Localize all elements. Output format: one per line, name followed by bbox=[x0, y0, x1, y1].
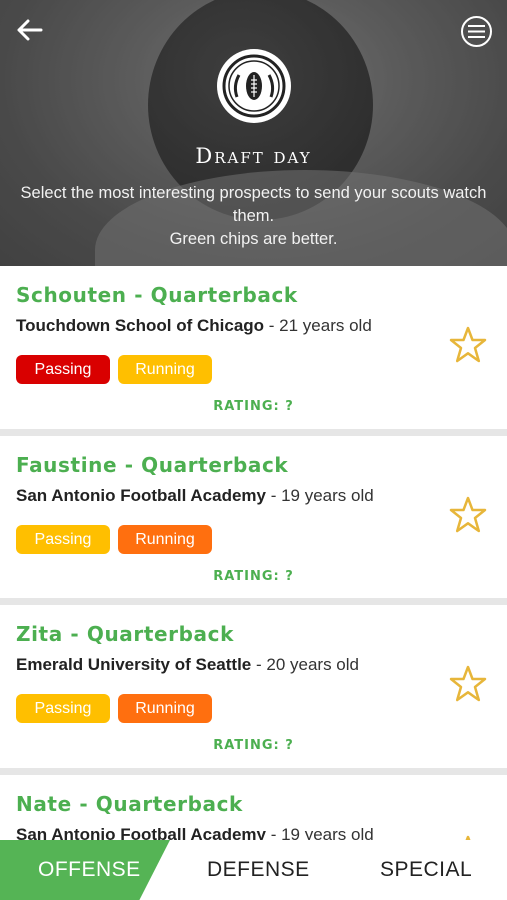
prospect-school: Emerald University of Seattle bbox=[16, 655, 252, 674]
back-arrow-icon[interactable] bbox=[14, 14, 46, 46]
prospect-school: Touchdown School of Chicago bbox=[16, 316, 265, 335]
prospect-card[interactable]: Faustine - Quarterback San Antonio Footb… bbox=[0, 436, 507, 598]
skill-chip-running[interactable]: Running bbox=[118, 694, 212, 723]
prospect-details: Touchdown School of Chicago - 21 years o… bbox=[16, 316, 372, 336]
subtitle-instructions: Select the most interesting prospects to… bbox=[20, 184, 487, 225]
prospect-name: Schouten - Quarterback bbox=[16, 283, 298, 307]
prospect-name: Zita - Quarterback bbox=[16, 622, 234, 646]
prospect-name: Faustine - Quarterback bbox=[16, 453, 289, 477]
skill-chip-running[interactable]: Running bbox=[118, 525, 212, 554]
skill-chip-passing[interactable]: Passing bbox=[16, 525, 110, 554]
tab-defense-label: DEFENSE bbox=[207, 858, 310, 881]
skill-chip-passing[interactable]: Passing bbox=[16, 694, 110, 723]
star-icon[interactable] bbox=[448, 664, 488, 704]
prospect-rating: RATING: ? bbox=[213, 738, 294, 753]
tab-defense[interactable]: DEFENSE bbox=[170, 840, 338, 900]
prospect-card[interactable]: Zita - Quarterback Emerald University of… bbox=[0, 605, 507, 768]
prospect-school: San Antonio Football Academy bbox=[16, 486, 266, 505]
skill-chips: Passing Running bbox=[16, 525, 212, 554]
tab-offense-label: OFFENSE bbox=[38, 858, 141, 881]
prospect-age: - 21 years old bbox=[264, 316, 372, 335]
prospect-details: San Antonio Football Academy - 19 years … bbox=[16, 486, 374, 506]
prospect-name: Nate - Quarterback bbox=[16, 792, 243, 816]
draft-header: Draft day Select the most interesting pr… bbox=[0, 0, 507, 266]
skill-chip-running[interactable]: Running bbox=[118, 355, 212, 384]
skill-chip-passing[interactable]: Passing bbox=[16, 355, 110, 384]
prospect-rating: RATING: ? bbox=[213, 399, 294, 414]
prospect-rating: RATING: ? bbox=[213, 569, 294, 584]
prospect-card[interactable]: Schouten - Quarterback Touchdown School … bbox=[0, 266, 507, 429]
tab-offense[interactable]: OFFENSE bbox=[0, 840, 170, 900]
skill-chips: Passing Running bbox=[16, 694, 212, 723]
prospect-age: - 20 years old bbox=[251, 655, 359, 674]
subtitle-hint: Green chips are better. bbox=[169, 230, 338, 248]
prospect-age: - 19 years old bbox=[265, 486, 374, 505]
skill-chips: Passing Running bbox=[16, 355, 212, 384]
page-subtitle: Select the most interesting prospects to… bbox=[20, 182, 487, 251]
prospect-details: Emerald University of Seattle - 20 years… bbox=[16, 655, 359, 675]
football-emblem-icon bbox=[217, 49, 291, 123]
menu-icon[interactable] bbox=[461, 16, 492, 47]
tab-special-label: SPECIAL bbox=[380, 858, 473, 881]
page-title: Draft day bbox=[195, 144, 312, 168]
star-icon[interactable] bbox=[448, 325, 488, 365]
star-icon[interactable] bbox=[448, 495, 488, 535]
position-tab-bar: OFFENSE DEFENSE SPECIAL bbox=[0, 840, 507, 900]
tab-special[interactable]: SPECIAL bbox=[338, 840, 507, 900]
